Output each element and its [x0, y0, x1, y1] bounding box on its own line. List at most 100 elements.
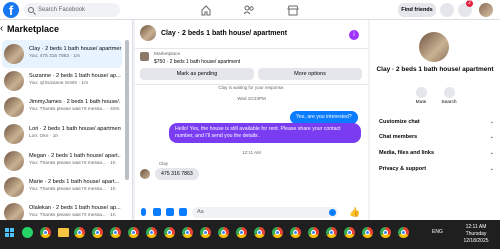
- whatsapp-icon[interactable]: [22, 227, 33, 238]
- message-composer: Aa 👍: [135, 205, 368, 220]
- chrome-icon[interactable]: [182, 227, 193, 238]
- conversation-item[interactable]: Olalekan · 2 beds 1 bath house/ ap... Yo…: [2, 199, 122, 220]
- media-files-row[interactable]: Media, files and links ⌄: [379, 150, 494, 156]
- chrome-icon[interactable]: [128, 227, 139, 238]
- timestamp: Wed 10:23PM: [237, 96, 266, 101]
- conversation-item[interactable]: JimmyJames · 2 beds 1 bath house/... You…: [2, 93, 122, 121]
- chrome-icon[interactable]: [272, 227, 283, 238]
- top-bar: f Search Facebook Find friends 2: [0, 0, 500, 20]
- conversation-name: Megan · 2 beds 1 bath house/ apart...: [29, 153, 121, 159]
- avatar: [4, 124, 24, 144]
- facebook-logo[interactable]: f: [3, 2, 19, 18]
- conversation-preview: You: @Suzanne Smith · 1m: [29, 81, 89, 86]
- search-button[interactable]: Search: [436, 87, 462, 105]
- mark-pending-button[interactable]: Mark as pending: [140, 68, 254, 80]
- chrome-icon[interactable]: [74, 227, 85, 238]
- chrome-icon[interactable]: [344, 227, 355, 238]
- avatar: [4, 97, 24, 117]
- sidebar-scrollbar[interactable]: [125, 40, 129, 180]
- sidebar-title: Marketplace: [7, 24, 60, 34]
- notification-badge: 2: [466, 0, 473, 7]
- message-bubble-incoming[interactable]: 475 316 7863: [155, 168, 199, 180]
- chrome-icon[interactable]: [398, 227, 409, 238]
- privacy-support-row[interactable]: Privacy & support ⌄: [379, 166, 494, 172]
- clock-date: 12/18/2025: [463, 238, 489, 244]
- conversation-name: Marie · 2 beds 1 bath house/ apart...: [29, 179, 120, 185]
- folder-icon[interactable]: [58, 228, 69, 237]
- chat-info-panel: Clay · 2 beds 1 bath house/ apartment Mu…: [370, 20, 500, 220]
- info-icon[interactable]: i: [349, 30, 359, 40]
- gif-icon[interactable]: [179, 208, 187, 216]
- avatar: [4, 203, 24, 220]
- chrome-icon[interactable]: [380, 227, 391, 238]
- row-label: Chat members: [379, 134, 418, 140]
- chat-header: Clay · 2 beds 1 bath house/ apartment i: [135, 20, 368, 49]
- conversation-item[interactable]: Marie · 2 beds 1 bath house/ apart... Yo…: [2, 173, 122, 201]
- back-arrow-icon[interactable]: ‹: [0, 23, 3, 34]
- chrome-icon[interactable]: [200, 227, 211, 238]
- chevron-down-icon: ⌄: [489, 166, 494, 172]
- timestamp: 12:11 AM: [242, 150, 261, 155]
- chrome-icon[interactable]: [110, 227, 121, 238]
- friends-icon[interactable]: [243, 4, 255, 16]
- chat-title[interactable]: Clay · 2 beds 1 bath house/ apartment: [161, 30, 287, 37]
- more-options-button[interactable]: More options: [258, 68, 362, 80]
- conversation-item[interactable]: Megan · 2 beds 1 bath house/ apart... Yo…: [2, 147, 122, 175]
- clock-time: 12:11 AM: [465, 224, 487, 230]
- chrome-icon[interactable]: [362, 227, 373, 238]
- customize-chat-row[interactable]: Customize chat ⌄: [379, 119, 494, 125]
- chat-members-row[interactable]: Chat members ⌄: [379, 134, 494, 140]
- chrome-icon[interactable]: [254, 227, 265, 238]
- microphone-icon[interactable]: [141, 208, 146, 216]
- clock-day: Thursday: [465, 231, 487, 237]
- attach-image-icon[interactable]: [153, 208, 161, 216]
- home-icon[interactable]: [200, 4, 212, 16]
- search-label: Search: [441, 100, 457, 105]
- sticker-icon[interactable]: [166, 208, 174, 216]
- emoji-icon[interactable]: [329, 209, 336, 216]
- conversation-sidebar: ‹ Marketplace Clay · 2 beds 1 bath house…: [0, 20, 133, 220]
- chrome-icon[interactable]: [236, 227, 247, 238]
- profile-avatar[interactable]: [479, 3, 493, 17]
- conversation-name: Lori · 2 beds 1 bath house/ apartment: [29, 126, 121, 132]
- message-input[interactable]: Aa: [192, 207, 338, 218]
- conversation-item[interactable]: Clay · 2 beds 1 bath house/ apartment Yo…: [2, 40, 122, 68]
- chat-panel: Clay · 2 beds 1 bath house/ apartment i …: [135, 20, 368, 220]
- row-label: Privacy & support: [379, 166, 427, 172]
- conversation-item[interactable]: Suzanne · 2 beds 1 bath house/ ap... You…: [2, 67, 122, 95]
- search-input[interactable]: Search Facebook: [24, 3, 120, 17]
- system-tray-language[interactable]: ENG: [432, 229, 443, 235]
- listing-price[interactable]: $750 · 2 beds 1 bath house/ apartment: [154, 59, 240, 65]
- conversation-item[interactable]: Lori · 2 beds 1 bath house/ apartment Lo…: [2, 120, 122, 148]
- conversation-preview: You: Thanks please wait I'll messa... · …: [29, 213, 116, 218]
- avatar[interactable]: [140, 25, 156, 41]
- message-list: Clay is waiting for your response. Wed 1…: [135, 85, 368, 205]
- chrome-icon[interactable]: [164, 227, 175, 238]
- chrome-icon[interactable]: [290, 227, 301, 238]
- chrome-icon[interactable]: [326, 227, 337, 238]
- mute-label: Mute: [415, 100, 427, 105]
- chrome-icon[interactable]: [92, 227, 103, 238]
- conversation-preview: You: Thanks please wait I'll messa... · …: [29, 161, 116, 166]
- find-friends-button[interactable]: Find friends: [398, 3, 436, 17]
- message-bubble-outgoing[interactable]: Hello! Yes, the house is still available…: [169, 123, 361, 143]
- mute-button[interactable]: Mute: [408, 87, 434, 105]
- listing-thumbnail[interactable]: [140, 52, 149, 61]
- chevron-down-icon: ⌄: [489, 150, 494, 156]
- menu-grid-icon[interactable]: [440, 3, 454, 17]
- chrome-icon[interactable]: [308, 227, 319, 238]
- chrome-icon[interactable]: [218, 227, 229, 238]
- avatar: [4, 71, 24, 91]
- chrome-icon[interactable]: [146, 227, 157, 238]
- chrome-icon[interactable]: [40, 227, 51, 238]
- system-clock[interactable]: 12:11 AM Thursday 12/18/2025: [456, 224, 496, 245]
- conversation-name: Suzanne · 2 beds 1 bath house/ ap...: [29, 73, 121, 79]
- conversation-name: JimmyJames · 2 beds 1 bath house/...: [29, 99, 121, 105]
- conversation-preview: Lori: Okn · 1h: [29, 134, 59, 139]
- thumbs-up-icon[interactable]: 👍: [349, 207, 360, 218]
- waiting-note: Clay is waiting for your response.: [218, 85, 285, 90]
- conversation-name: Clay · 2 beds 1 bath house/ apartment: [29, 46, 121, 52]
- windows-start-icon[interactable]: [5, 228, 15, 238]
- marketplace-icon[interactable]: [287, 4, 299, 16]
- listing-card: Marketplace $750 · 2 beds 1 bath house/ …: [135, 49, 368, 85]
